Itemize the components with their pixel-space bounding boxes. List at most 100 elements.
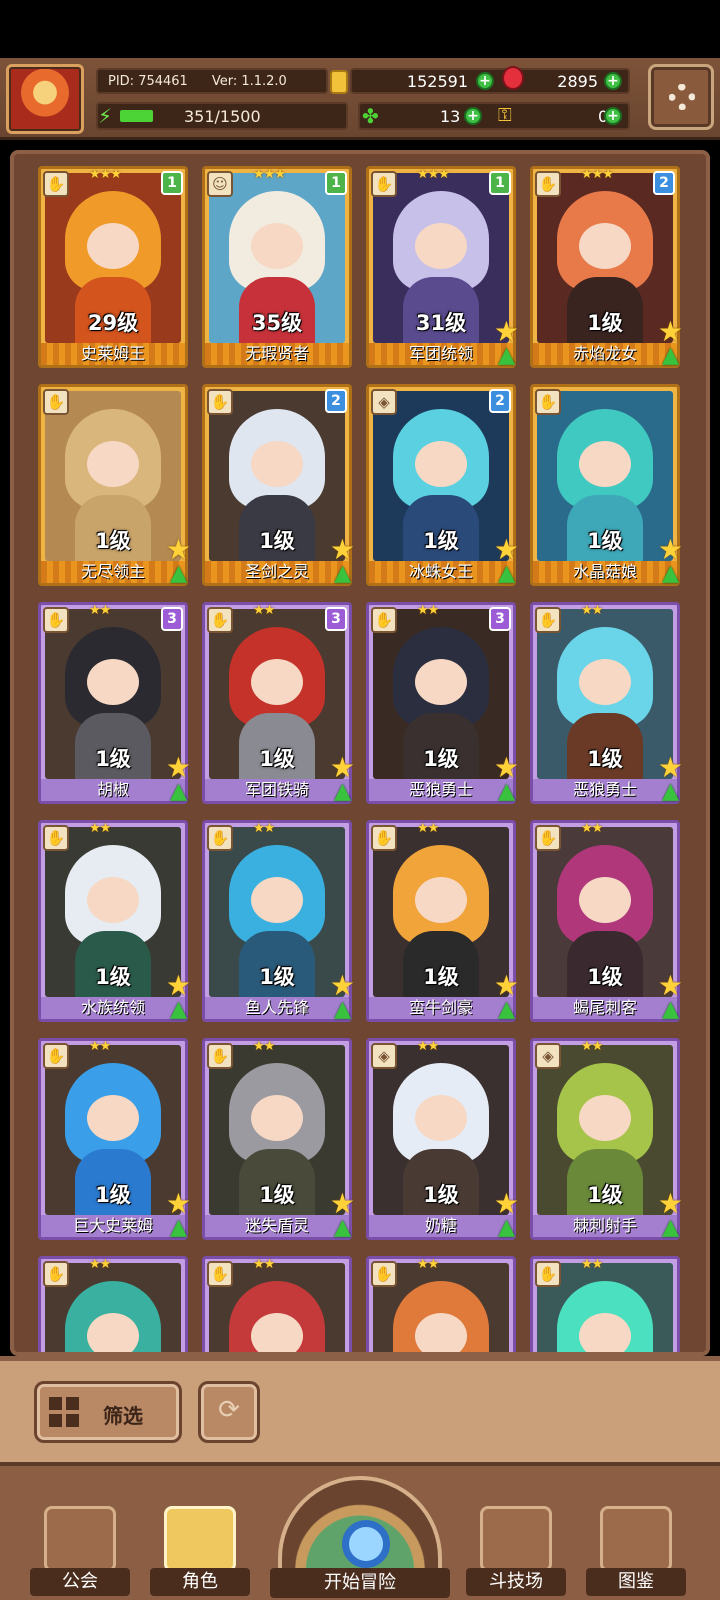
character-level: 1级 [259, 529, 295, 553]
character-card[interactable]: ✋ ★★ [530, 1256, 680, 1352]
level-up-arrow-icon: ▲ [170, 1215, 187, 1240]
character-card[interactable]: ✋ ★★ 3 1级 胡椒 ★ ▲ [38, 602, 191, 804]
guild-house-icon [44, 1506, 116, 1572]
character-card[interactable]: ✋ ★★ 1级 蝎尾刺客 ★ ▲ [530, 820, 683, 1022]
nav-codex-label: 图鉴 [586, 1568, 686, 1596]
class-type-icon: ◈ [535, 1043, 561, 1069]
class-type-icon: ✋ [207, 825, 233, 851]
tier-badge: 3 [325, 607, 347, 631]
class-type-icon: ✋ [535, 607, 561, 633]
secondary-currency-bar: ✤ 13 + ⚿ 0 + [358, 102, 630, 130]
character-name: 水晶菇娘 [533, 561, 677, 583]
character-card[interactable]: ✋ ★★★ 1 29级 史莱姆王 [38, 166, 188, 368]
add-clover-button[interactable]: + [464, 107, 482, 125]
level-up-arrow-icon: ▲ [662, 1215, 679, 1240]
character-level: 31级 [415, 311, 467, 335]
currency-bar: 152591 + 2895 + [330, 66, 630, 94]
character-card[interactable]: ✋ ★★ 1级 迷失盾灵 ★ ▲ [202, 1038, 355, 1240]
character-level: 1级 [95, 965, 131, 989]
character-card[interactable]: ✋ ★★ [38, 1256, 188, 1352]
rarity-stars: ★★ [253, 1257, 275, 1272]
tier-badge: 3 [161, 607, 183, 631]
character-card[interactable]: ✋ ★★ 3 1级 恶狼勇士 ★ ▲ [366, 602, 519, 804]
add-gems-button[interactable]: + [604, 72, 622, 90]
grid-icon [49, 1397, 79, 1427]
player-info-bar: PID: 754461 Ver: 1.1.2.0 [96, 68, 328, 94]
rarity-stars: ★★ [581, 1039, 603, 1054]
character-card[interactable]: ◈ 2 1级 冰蛛女王 ★ ▲ [366, 384, 519, 586]
nav-codex[interactable]: 图鉴 [586, 1506, 686, 1600]
book-icon [600, 1506, 672, 1572]
nav-characters[interactable]: 角色 [150, 1506, 250, 1600]
nav-start-adventure[interactable]: 开始冒险 [270, 1466, 450, 1600]
character-card[interactable]: ✋ ★★★ 2 1级 赤焰龙女 ★ ▲ [530, 166, 683, 368]
character-card[interactable]: ✋ ★★ [202, 1256, 352, 1352]
rarity-stars: ★★ [417, 603, 439, 618]
settings-button[interactable] [648, 64, 714, 130]
level-up-arrow-icon: ▲ [498, 1215, 515, 1240]
character-level: 1级 [95, 529, 131, 553]
class-type-icon: ✋ [371, 607, 397, 633]
class-type-icon: ✋ [207, 607, 233, 633]
add-keys-button[interactable]: + [604, 107, 622, 125]
character-name: 胡椒 [41, 779, 185, 801]
character-name: 恶狼勇士 [533, 779, 677, 801]
character-name: 军团铁骑 [205, 779, 349, 801]
ruby-gem-icon [502, 66, 524, 90]
character-face-icon [164, 1506, 236, 1572]
character-level: 1级 [587, 529, 623, 553]
class-type-icon: ☺ [207, 171, 233, 197]
character-card[interactable]: ✋ 1级 水晶菇娘 ★ ▲ [530, 384, 683, 586]
character-card[interactable]: ✋ 1级 无尽领主 ★ ▲ [38, 384, 191, 586]
character-card[interactable]: ✋ ★★ 1级 鱼人先锋 ★ ▲ [202, 820, 355, 1022]
character-name: 无瑕贤者 [205, 343, 349, 365]
character-name: 奶糖 [369, 1215, 513, 1237]
filter-label: 筛选 [103, 1404, 143, 1428]
stamina-value: 351/1500 [184, 107, 261, 126]
rarity-stars: ★★ [89, 1039, 111, 1054]
nav-arena-label: 斗技场 [466, 1568, 566, 1596]
character-list-panel[interactable]: ✋ ★★★ 1 29级 史莱姆王 ☺ ★★★ 1 35级 无瑕贤者 ✋ ★★★ 1 31级 军团统领 ★ ▲ ✋ ★… [10, 150, 710, 1356]
character-name: 史莱姆王 [41, 343, 185, 365]
character-level: 1级 [587, 965, 623, 989]
character-name: 赤焰龙女 [533, 343, 677, 365]
class-type-icon: ✋ [535, 171, 561, 197]
character-card[interactable]: ✋ ★★ 1级 蛮牛剑豪 ★ ▲ [366, 820, 519, 1022]
rarity-stars: ★★ [89, 1257, 111, 1272]
player-avatar[interactable] [6, 64, 84, 134]
character-card[interactable]: ✋ 2 1级 圣剑之灵 ★ ▲ [202, 384, 355, 586]
tier-badge: 2 [325, 389, 347, 413]
top-header: PID: 754461 Ver: 1.1.2.0 152591 + 2895 +… [0, 58, 720, 140]
nav-guild[interactable]: 公会 [30, 1506, 130, 1600]
clover-icon: ✤ [362, 104, 379, 128]
tier-badge: 2 [653, 171, 675, 195]
reset-sort-button[interactable]: ⟳ [198, 1381, 260, 1443]
character-level: 1级 [259, 965, 295, 989]
gem-amount: 2895 [557, 72, 598, 91]
character-card[interactable]: ✋ ★★ 1级 恶狼勇士 ★ ▲ [530, 602, 683, 804]
version-label: Ver: 1.1.2.0 [211, 73, 287, 89]
class-type-icon: ◈ [371, 1043, 397, 1069]
character-card[interactable]: ☺ ★★★ 1 35级 无瑕贤者 [202, 166, 352, 368]
character-card[interactable]: ✋ ★★ 3 1级 军团铁骑 ★ ▲ [202, 602, 355, 804]
character-level: 1级 [423, 1183, 459, 1207]
character-level: 1级 [587, 747, 623, 771]
character-card[interactable]: ✋ ★★ 1级 水族统领 ★ ▲ [38, 820, 191, 1022]
filter-button[interactable]: 筛选 [34, 1381, 182, 1443]
nav-arena[interactable]: 斗技场 [466, 1506, 566, 1600]
character-card[interactable]: ✋ ★★★ 1 31级 军团统领 ★ ▲ [366, 166, 519, 368]
character-card[interactable]: ◈ ★★ 1级 棘刺射手 ★ ▲ [530, 1038, 683, 1240]
character-card[interactable]: ✋ ★★ [366, 1256, 516, 1352]
add-gold-button[interactable]: + [476, 72, 494, 90]
nav-adventure-label: 开始冒险 [270, 1568, 450, 1598]
character-name: 棘刺射手 [533, 1215, 677, 1237]
energy-bolt-icon: ⚡ [97, 104, 113, 128]
character-name: 水族统领 [41, 997, 185, 1019]
character-level: 1级 [95, 1183, 131, 1207]
character-level: 1级 [587, 311, 623, 335]
rarity-stars: ★★ [89, 603, 111, 618]
rarity-stars: ★★ [417, 1257, 439, 1272]
character-card[interactable]: ✋ ★★ 1级 巨大史莱姆 ★ ▲ [38, 1038, 191, 1240]
character-name: 军团统领 [369, 343, 513, 365]
character-card[interactable]: ◈ ★★ 1级 奶糖 ★ ▲ [366, 1038, 519, 1240]
